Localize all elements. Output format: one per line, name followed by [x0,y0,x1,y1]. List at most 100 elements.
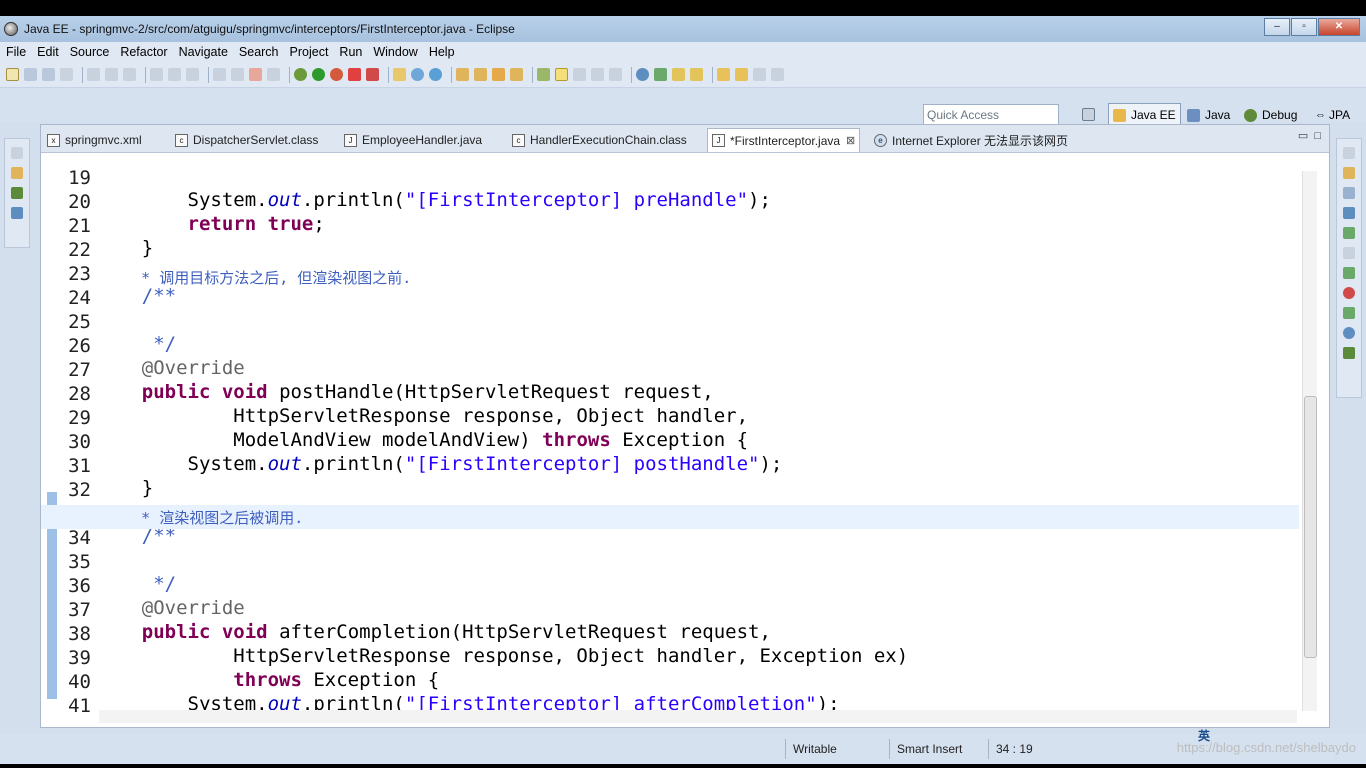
stop-server-icon[interactable] [348,68,361,81]
new-package-icon[interactable] [393,68,406,81]
outline-icon[interactable] [11,207,23,219]
vertical-scrollbar[interactable] [1302,171,1317,711]
code-line: 40 System.out.println("[FirstInterceptor… [68,671,840,712]
debug-icon[interactable] [294,68,307,81]
previous-annotation-icon[interactable] [690,68,703,81]
menu-navigate[interactable]: Navigate [179,45,228,59]
new-icon[interactable] [6,68,19,81]
toggle-highlight-icon[interactable] [555,68,568,81]
tab-employeehandler[interactable]: J EmployeeHandler.java [340,128,482,152]
minimize-pane-icon[interactable]: ▭ [1298,130,1308,142]
block-select-icon[interactable] [123,68,136,81]
junit-icon[interactable] [11,187,23,199]
synchronize-icon[interactable] [654,68,667,81]
menu-source[interactable]: Source [70,45,110,59]
new-web-icon[interactable] [429,68,442,81]
maximize-button[interactable]: ▫ [1291,18,1317,36]
run-external-icon[interactable] [330,68,343,81]
toggle-mark-icon[interactable] [87,68,100,81]
pilcrow-icon[interactable] [609,68,622,81]
next-annotation-icon[interactable] [672,68,685,81]
minimize-button[interactable]: – [1264,18,1290,36]
code-editor[interactable]: 19 System.out.println("[FirstInterceptor… [41,153,1299,712]
forward-icon[interactable] [753,68,766,81]
menu-file[interactable]: File [6,45,26,59]
save-icon[interactable] [24,68,37,81]
tab-firstinterceptor[interactable]: J *FirstInterceptor.java ⊠ [707,128,861,152]
suspend-icon[interactable] [231,68,244,81]
markers-icon[interactable] [1343,167,1355,179]
servers-icon[interactable] [1343,207,1355,219]
title-bar: Java EE - springmvc-2/src/com/atguigu/sp… [0,16,1366,42]
scroll-thumb[interactable] [1304,396,1317,658]
java-ee-icon [1113,108,1126,122]
problems-icon[interactable] [1343,267,1355,279]
tab-springmvc-xml[interactable]: x springmvc.xml [43,128,142,152]
tab-internet-explorer[interactable]: e Internet Explorer 无法显示该网页 [870,128,1068,152]
progress-icon[interactable] [1343,307,1355,319]
window-title: Java EE - springmvc-2/src/com/atguigu/sp… [24,22,515,36]
annotation-icon[interactable] [105,68,118,81]
console-icon[interactable] [1343,287,1355,299]
menu-search[interactable]: Search [239,45,279,59]
debug-view-icon[interactable] [1343,347,1355,359]
search-view-icon[interactable] [1343,327,1355,339]
tab-dispatcherservlet[interactable]: c DispatcherServlet.class [171,128,318,152]
new-class-icon[interactable] [411,68,424,81]
tab-handlerexecutionchain[interactable]: c HandlerExecutionChain.class [508,128,687,152]
quick-access-input[interactable]: Quick Access [923,104,1059,126]
undo-icon[interactable] [150,68,163,81]
restore-right-icon[interactable] [1343,147,1355,159]
show-whitespace-icon[interactable] [573,68,586,81]
menu-window[interactable]: Window [373,45,417,59]
run-icon[interactable] [312,68,325,81]
code-line: 22 [68,239,91,261]
menu-run[interactable]: Run [339,45,362,59]
menu-help[interactable]: Help [429,45,455,59]
project-explorer-icon[interactable] [11,167,23,179]
redo-icon[interactable] [168,68,181,81]
snippets-icon[interactable] [1343,247,1355,259]
block-selection-icon[interactable] [591,68,604,81]
print-icon[interactable] [60,68,73,81]
search-icon[interactable] [492,68,505,81]
open-perspective-icon[interactable] [1082,108,1095,121]
open-resource-icon[interactable] [474,68,487,81]
jpa-icon: ⇔ [1315,109,1326,121]
restore-icon[interactable] [11,147,23,159]
xml-file-icon: x [47,133,60,147]
properties-icon[interactable] [1343,187,1355,199]
close-button[interactable]: ✕ [1318,18,1360,36]
code-line: 25 */ [68,311,177,355]
pin-editor-icon[interactable] [771,68,784,81]
menu-refactor[interactable]: Refactor [120,45,167,59]
code-line: 36 @Override [68,575,245,619]
menu-edit[interactable]: Edit [37,45,59,59]
open-type-icon[interactable] [456,68,469,81]
last-edit-icon[interactable] [735,68,748,81]
browser-icon[interactable] [636,68,649,81]
cursor-position: 34 : 19 [996,742,1033,756]
maximize-pane-icon[interactable]: □ [1314,130,1321,142]
class-file-icon: c [512,133,525,147]
code-line: 29 ModelAndView modelAndView) throws Exc… [68,407,749,451]
close-tab-icon[interactable]: ⊠ [846,134,855,147]
back-icon[interactable] [717,68,730,81]
terminate-icon[interactable] [249,68,262,81]
code-line: 31 } [68,455,154,499]
server-icon[interactable] [366,68,379,81]
disconnect-icon[interactable] [267,68,280,81]
code-line: 39 throws Exception { [68,647,440,691]
step-icon[interactable] [186,68,199,81]
main-toolbar [0,62,1366,88]
save-all-icon[interactable] [42,68,55,81]
open-task-icon[interactable] [510,68,523,81]
watermark: https://blog.csdn.net/shelbaydo [1176,740,1356,755]
data-source-icon[interactable] [1343,227,1355,239]
editor-tabs: x springmvc.xml c DispatcherServlet.clas… [41,125,1329,153]
resume-icon[interactable] [213,68,226,81]
horizontal-scrollbar[interactable] [99,710,1297,723]
highlight-icon[interactable] [537,68,550,81]
menu-project[interactable]: Project [290,45,329,59]
code-line: 21 } [68,215,154,259]
